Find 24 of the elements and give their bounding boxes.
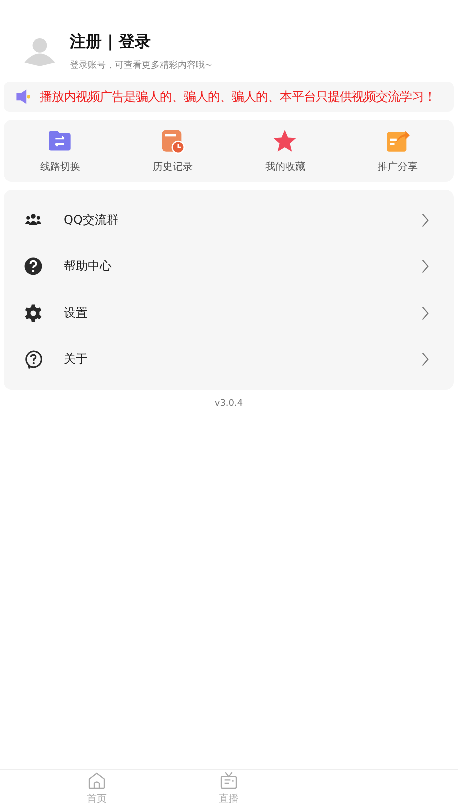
home-icon (87, 770, 107, 790)
help-icon (24, 257, 43, 276)
notice-text: 播放内视频广告是骗人的、骗人的、骗人的、本平台只提供视频交流学习！ (40, 88, 436, 106)
clock-note-icon (160, 128, 186, 154)
shortcut-button[interactable]: 历史记录 (152, 160, 193, 174)
shortcut-button[interactable]: 推广分享 (378, 160, 418, 174)
menu-item[interactable]: QQ交流群 (4, 197, 454, 244)
menu-item[interactable]: 帮助中心 (4, 244, 454, 290)
question-bubble-icon (24, 350, 43, 370)
star-icon (272, 128, 298, 154)
version-text: v3.0.4 (214, 399, 244, 409)
tv-icon (219, 770, 239, 790)
chevron-icon (421, 352, 430, 368)
shortcut-button[interactable]: 线路切换 (40, 160, 80, 174)
login-link[interactable]: 注册 | 登录 (70, 32, 213, 53)
settings-icon (24, 304, 43, 323)
login-hint: 登录账号，可查看更多精彩内容哦~ (70, 60, 213, 72)
menu-item[interactable]: 设置 (4, 290, 454, 336)
shortcut-button[interactable]: 我的收藏 (265, 160, 306, 174)
chevron-icon (421, 212, 430, 228)
chevron-icon (421, 306, 430, 321)
megaphone-icon (14, 88, 32, 106)
chevron-icon (421, 259, 430, 274)
menu-item[interactable]: 关于 (4, 336, 454, 383)
